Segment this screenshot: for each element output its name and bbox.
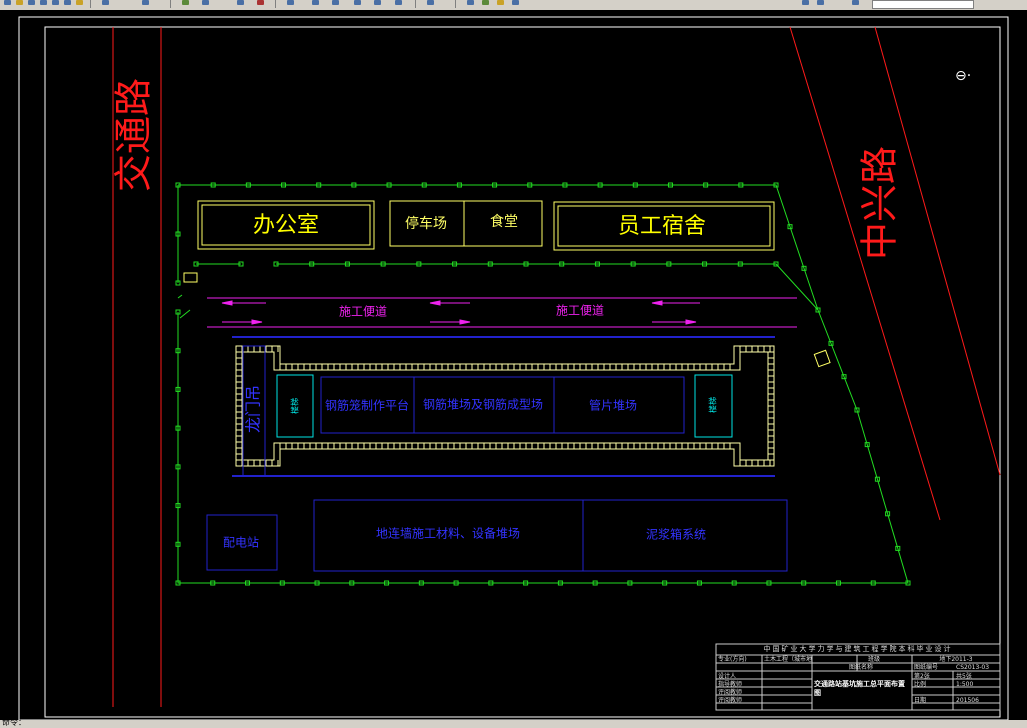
cut-icon[interactable] [74,0,85,7]
right-road-label: 中兴路 [858,146,902,260]
segment-yard-label: 管片堆场 [589,398,637,413]
title-block: 中国矿业大学力学与建筑工程学院本科毕业设计 专业(方向) 土木工程（城市地下工程… [716,644,1000,710]
office-label: 办公室 [253,213,319,238]
zoom-window-icon[interactable] [235,0,246,7]
right-stair-label: 楼梯 [708,397,718,413]
drawing-canvas[interactable]: 交通路 中兴路 ⊖· 办公室 停车场 食堂 员工宿舍 施工便道 施工便道 龙门吊… [0,10,1027,720]
rebar-yard-label: 钢筋堆场及钢筋成型场 [423,397,543,412]
left-stair-label: 楼梯 [290,398,300,414]
roadway-label-right: 施工便道 [556,304,604,318]
zoom-previous-icon[interactable] [255,0,266,7]
layer-previous-icon[interactable] [800,0,811,7]
guard-booth-right [813,349,831,368]
drawing-no-value: CS2013-03 [956,664,990,671]
north-arrow-icon: ⊖· [955,68,971,84]
dimension-style-icon[interactable] [850,0,861,7]
preview-icon[interactable] [50,0,61,7]
guard-booth-left [183,272,198,283]
school-title: 中国矿业大学力学与建筑工程学院本科毕业设计 [763,645,953,653]
design-center-icon[interactable] [310,0,321,7]
properties-icon[interactable] [285,0,296,7]
layer-on-icon[interactable] [495,0,506,7]
save-icon[interactable] [26,0,37,7]
calculator-icon[interactable] [393,0,404,7]
inner-fence-b [276,263,819,311]
left-road-label: 交通路 [112,78,156,192]
zoom-realtime-icon[interactable] [200,0,211,7]
power-station-label: 配电站 [223,536,259,550]
style-dropdown[interactable] [872,0,974,9]
undo-icon[interactable] [100,0,111,7]
gate-left [177,294,183,299]
slurry-system-label: 泥浆箱系统 [646,527,706,542]
dorm-label: 员工宿舍 [618,214,706,239]
scale-value: 1:500 [956,681,974,688]
drawing-no-label: 图纸编号 [914,664,939,671]
layer-state-icon[interactable] [480,0,491,7]
date-label: 日期 [914,697,927,704]
layer-match-icon[interactable] [815,0,826,7]
materials-yard-label: 地连墙施工材料、设备堆场 [376,526,520,541]
fence-posts [175,182,911,586]
inner-frame [44,26,1001,718]
toolbar [0,0,1027,10]
major-value: 土木工程（城市地下工程） [764,656,812,663]
help-icon[interactable] [425,0,436,7]
right-road [789,26,1001,521]
drawing-title: 交通路站基坑施工总平面布置图 [814,680,905,697]
construction-roadway [207,297,797,328]
checker-label: 评阅教师 [718,697,743,704]
major-label: 专业(方向) [718,656,747,663]
markup-icon[interactable] [372,0,383,7]
gate-left-2 [179,309,191,319]
pan-icon[interactable] [180,0,191,7]
print-icon[interactable] [38,0,49,7]
new-file-icon[interactable] [2,0,13,7]
roadway-label-left: 施工便道 [339,305,387,319]
gantry-label: 龙门吊 [244,385,263,433]
parking-label: 停车场 [405,215,447,232]
sheet-set-icon[interactable] [352,0,363,7]
publish-icon[interactable] [62,0,73,7]
layer-freeze-icon[interactable] [510,0,521,7]
command-prompt: 命令： [2,718,26,727]
command-line[interactable]: 命令： [0,718,1027,728]
date-value: 201506 [956,697,979,704]
redo-icon[interactable] [140,0,151,7]
layer-icon[interactable] [465,0,476,7]
scale-label: 比例 [914,681,927,688]
drawing-name-label: 图纸名称 [848,664,873,671]
open-file-icon[interactable] [14,0,25,7]
canteen-label: 食堂 [490,213,518,230]
tool-palette-icon[interactable] [330,0,341,7]
rebar-platform-label: 钢筋笼制作平台 [325,398,409,413]
